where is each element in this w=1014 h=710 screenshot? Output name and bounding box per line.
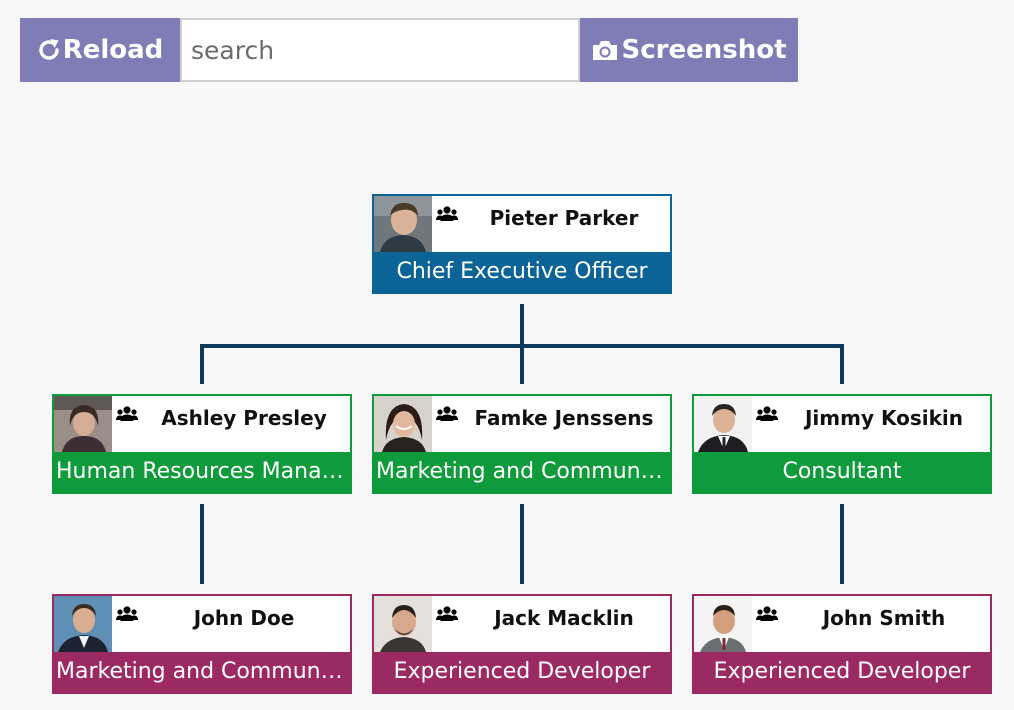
job-title-bar: Marketing and Community Manager (374, 452, 670, 492)
team-icon[interactable] (116, 606, 138, 622)
avatar (694, 396, 752, 452)
team-icon[interactable] (756, 406, 778, 422)
job-title-bar: Experienced Developer (374, 652, 670, 692)
job-title-bar: Consultant (694, 452, 990, 492)
org-node-staff[interactable]: John Doe Marketing and Community Manager (52, 594, 352, 694)
avatar (374, 596, 432, 652)
node-header: Pieter Parker (374, 196, 670, 252)
node-header: John Smith (694, 596, 990, 652)
team-icon[interactable] (436, 606, 458, 622)
employee-name: Jack Macklin (494, 606, 634, 630)
employee-name: Ashley Presley (161, 406, 327, 430)
org-node-manager[interactable]: Famke Jenssens Marketing and Community M… (372, 394, 672, 494)
node-header: Ashley Presley (54, 396, 350, 452)
org-node-manager[interactable]: Jimmy Kosikin Consultant (692, 394, 992, 494)
team-icon[interactable] (756, 606, 778, 622)
job-title-bar: Marketing and Community Manager (54, 652, 350, 692)
node-header: Famke Jenssens (374, 396, 670, 452)
employee-name: John Doe (193, 606, 295, 630)
team-icon[interactable] (116, 406, 138, 422)
avatar (374, 196, 432, 252)
org-node-manager[interactable]: Ashley Presley Human Resources Manager (52, 394, 352, 494)
org-node-staff[interactable]: John Smith Experienced Developer (692, 594, 992, 694)
avatar (374, 396, 432, 452)
node-header: Jimmy Kosikin (694, 396, 990, 452)
avatar (54, 596, 112, 652)
job-title-bar: Chief Executive Officer (374, 252, 670, 292)
job-title-bar: Human Resources Manager (54, 452, 350, 492)
org-node-ceo[interactable]: Pieter Parker Chief Executive Officer (372, 194, 672, 294)
team-icon[interactable] (436, 406, 458, 422)
employee-name: John Smith (822, 606, 946, 630)
avatar (694, 596, 752, 652)
employee-name: Pieter Parker (489, 206, 639, 230)
node-header: Jack Macklin (374, 596, 670, 652)
team-icon[interactable] (436, 206, 458, 222)
node-header: John Doe (54, 596, 350, 652)
avatar (54, 396, 112, 452)
employee-name: Famke Jenssens (474, 406, 654, 430)
employee-name: Jimmy Kosikin (804, 406, 964, 430)
org-node-staff[interactable]: Jack Macklin Experienced Developer (372, 594, 672, 694)
job-title-bar: Experienced Developer (694, 652, 990, 692)
